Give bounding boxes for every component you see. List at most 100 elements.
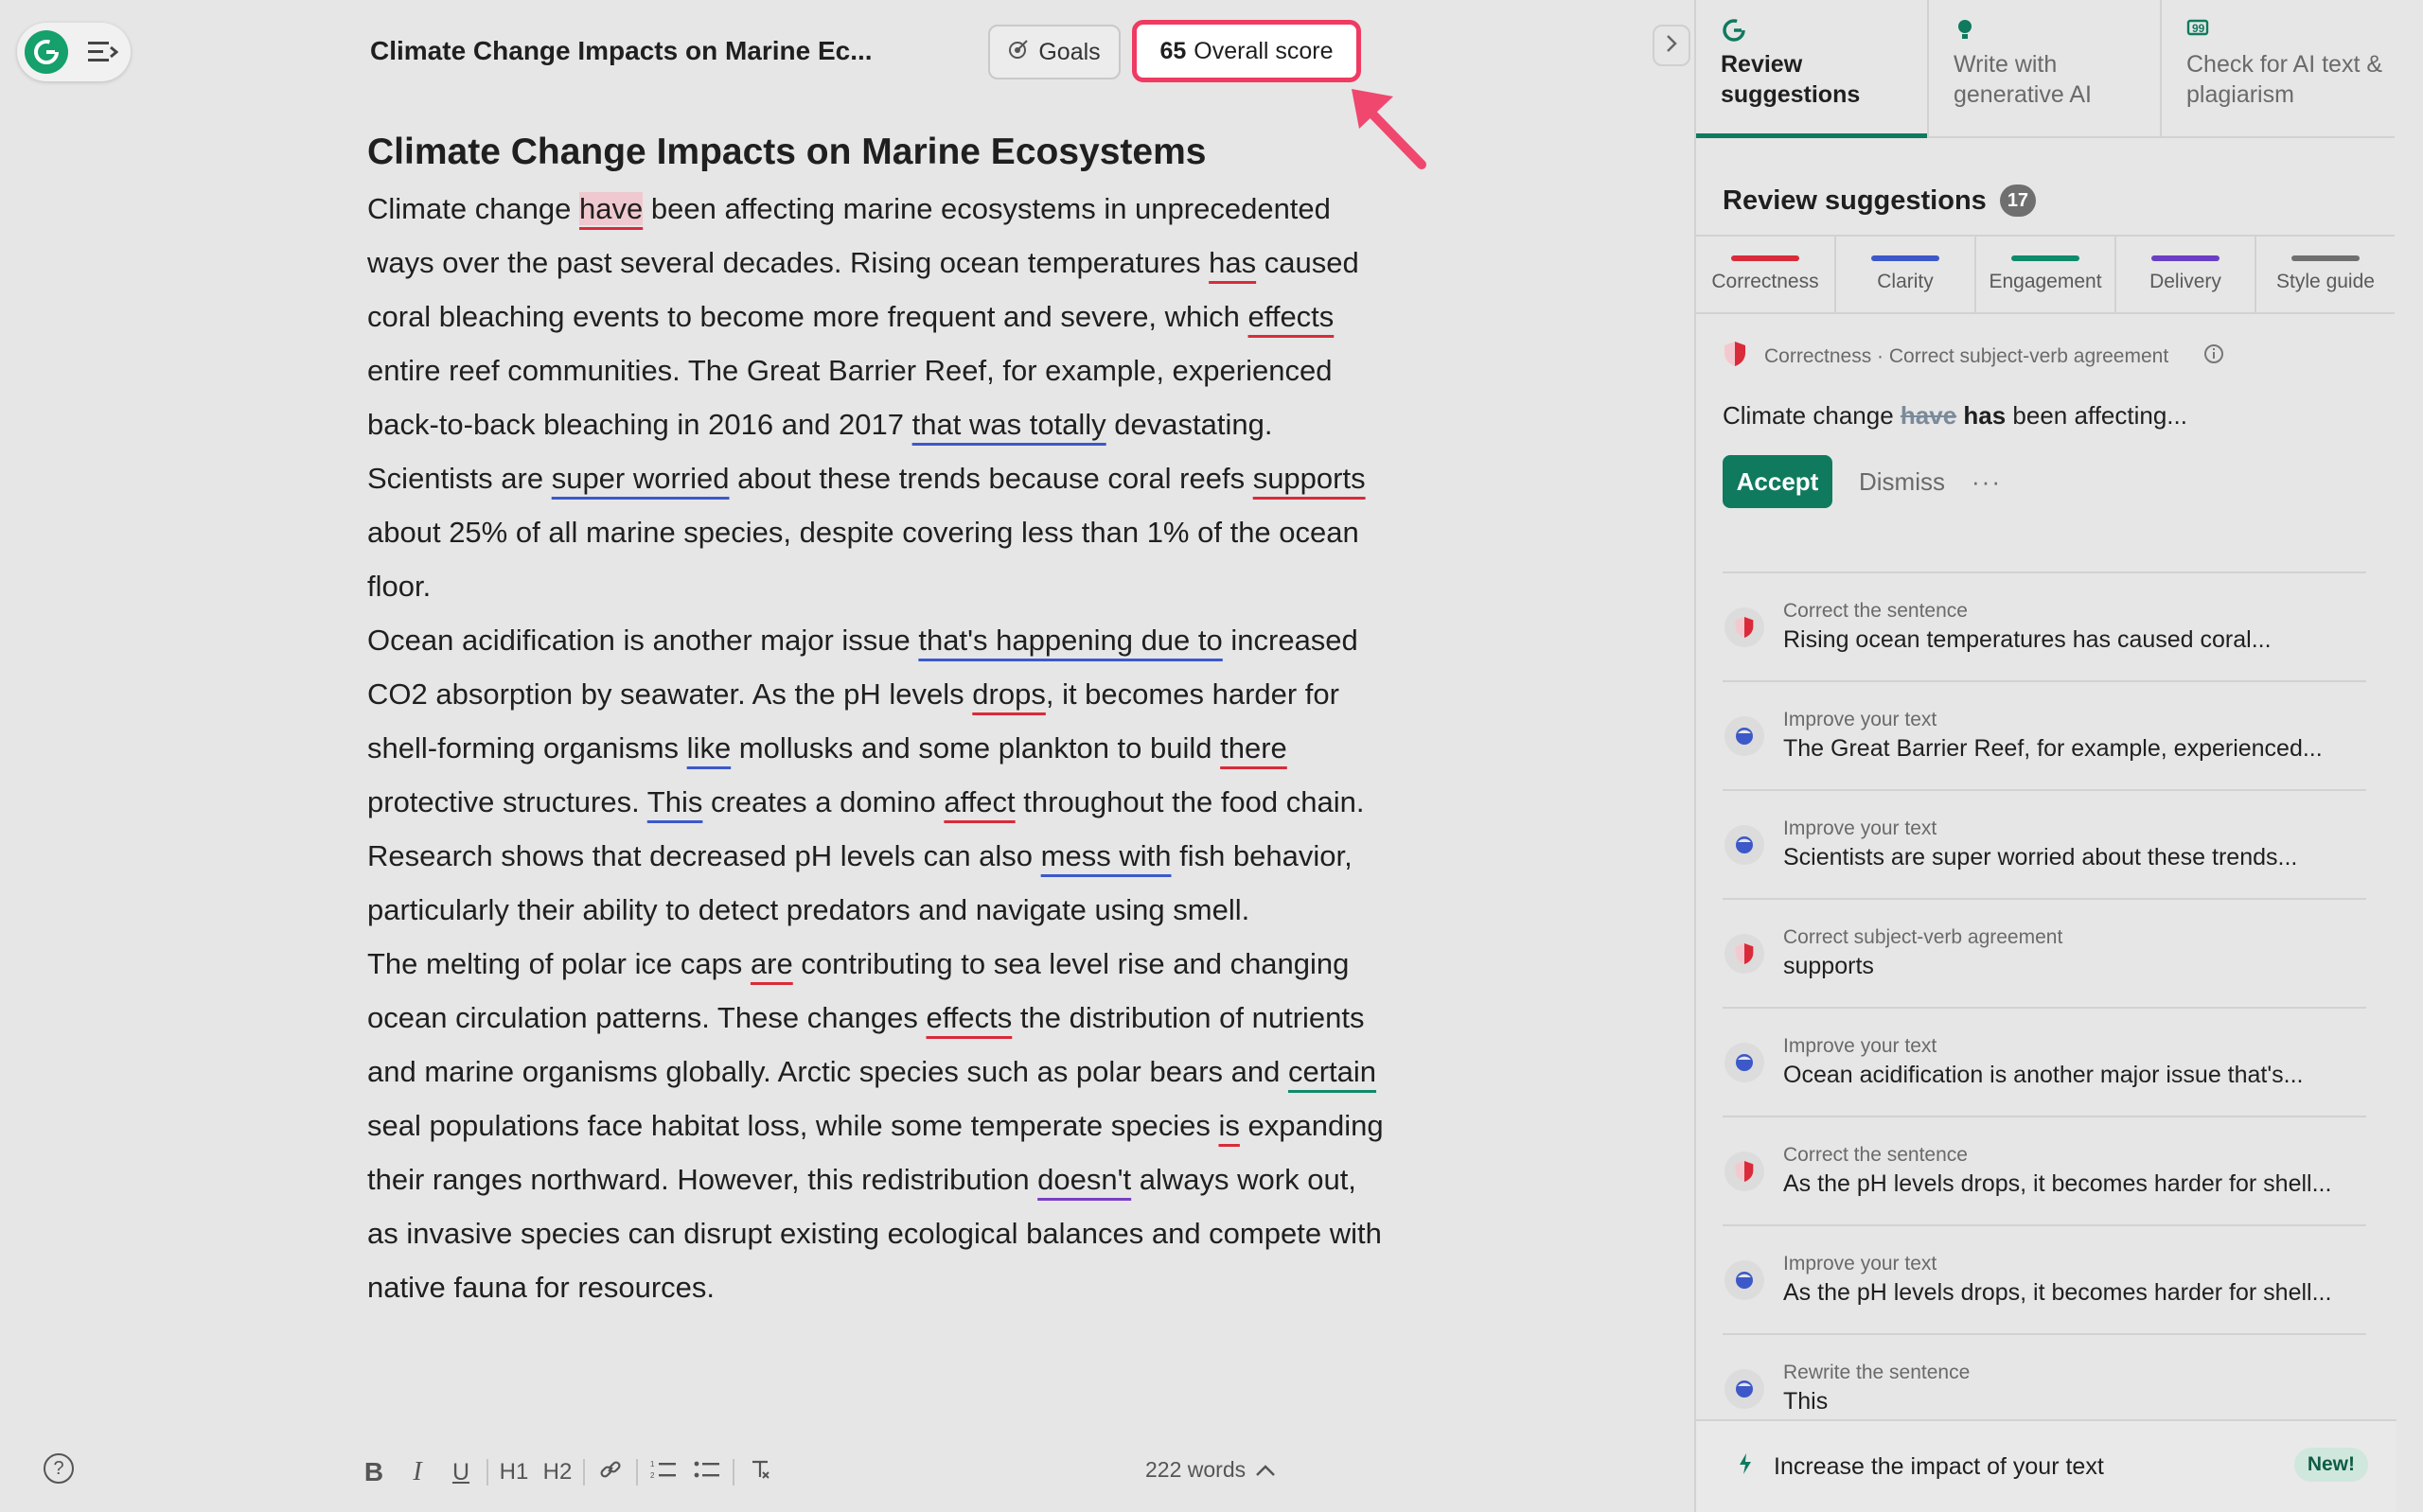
issue-effects[interactable]: effects (1248, 300, 1335, 333)
chevron-up-icon (1255, 1457, 1276, 1483)
category-bar (1731, 255, 1799, 261)
issue-like[interactable]: like (687, 731, 732, 765)
issue-effects-2[interactable]: effects (927, 1001, 1013, 1034)
category-style-guide[interactable]: Style guide (2256, 237, 2395, 312)
toolbar-divider (583, 1459, 585, 1486)
active-suggestion-card[interactable]: Correctness · Correct subject-verb agree… (1696, 314, 2395, 508)
issue-are[interactable]: are (751, 947, 793, 980)
clarity-icon (1724, 715, 1764, 756)
dismiss-button[interactable]: Dismiss (1859, 467, 1945, 497)
list-item[interactable]: Improve your text As the pH levels drops,… (1723, 1224, 2366, 1333)
category-delivery[interactable]: Delivery (2116, 237, 2256, 312)
link-button[interactable] (589, 1453, 632, 1491)
overall-score-button[interactable]: 65 Overall score (1132, 20, 1361, 82)
shield-icon (1723, 340, 1747, 374)
clarity-icon (1724, 1259, 1764, 1300)
issue-mess-with[interactable]: mess with (1041, 839, 1172, 872)
clarity-icon (1724, 824, 1764, 865)
goals-button[interactable]: Goals (988, 25, 1121, 79)
toolbar-divider (733, 1459, 734, 1486)
removed-word: have (1900, 401, 1957, 430)
svg-text:99: 99 (2192, 22, 2205, 35)
issue-drops[interactable]: drops (972, 677, 1046, 711)
issue-doesnt[interactable]: doesn't (1037, 1163, 1131, 1196)
new-badge: New! (2293, 1448, 2368, 1482)
heading2-button[interactable]: H2 (536, 1453, 579, 1491)
tab-review-suggestions[interactable]: Review suggestions (1696, 0, 1929, 138)
document-heading: Climate Change Impacts on Marine Ecosyst… (367, 132, 1207, 172)
clear-formatting-icon (749, 1458, 771, 1487)
numbered-list-icon: 12 (650, 1458, 677, 1487)
issue-have[interactable]: have (579, 192, 644, 225)
lightning-icon (1738, 1452, 1753, 1482)
lightbulb-icon (1954, 17, 2160, 45)
category-clarity[interactable]: Clarity (1836, 237, 1976, 312)
increase-impact-label: Increase the impact of your text (1774, 1452, 2104, 1480)
list-item[interactable]: Correct the sentence As the pH levels dro… (1723, 1116, 2366, 1224)
issue-thats-happening[interactable]: that's happening due to (918, 624, 1222, 657)
formatting-toolbar: B I U H1 H2 12 (352, 1451, 782, 1493)
document-body[interactable]: Climate Change Impacts on Marine Ecosyst… (367, 123, 1389, 1314)
category-correctness[interactable]: Correctness (1696, 237, 1836, 312)
heading1-button[interactable]: H1 (492, 1453, 536, 1491)
more-options-button[interactable]: ··· (1972, 467, 2002, 497)
suggestion-preview: Climate change have has been affecting..… (1723, 401, 2187, 430)
menu-icon[interactable] (83, 33, 121, 71)
bulleted-list-button[interactable] (685, 1453, 729, 1491)
category-bar (2011, 255, 2079, 261)
assistant-panel: Review suggestions Write with generative… (1694, 0, 2396, 1512)
category-engagement[interactable]: Engagement (1976, 237, 2116, 312)
category-filters: Correctness Clarity Engagement Delivery … (1696, 237, 2395, 314)
tab-generative-ai[interactable]: Write with generative AI (1929, 0, 2162, 136)
issue-certain[interactable]: certain (1288, 1055, 1376, 1088)
help-icon[interactable]: ? (44, 1453, 74, 1484)
added-word: has (1963, 401, 2007, 430)
info-icon[interactable] (2202, 343, 2225, 371)
issue-this[interactable]: This (647, 785, 703, 818)
underline-button[interactable]: U (439, 1453, 483, 1491)
grammarly-g-icon (1721, 17, 1927, 45)
accept-button[interactable]: Accept (1723, 455, 1832, 508)
list-item[interactable]: Correct subject-verb agreement supports (1723, 898, 2366, 1007)
paragraph-2: Ocean acidification is another major iss… (367, 624, 1365, 926)
document-title[interactable]: Climate Change Impacts on Marine Ec... (370, 36, 873, 66)
issue-affect[interactable]: affect (944, 785, 1015, 818)
issue-that-was-totally[interactable]: that was totally (912, 408, 1106, 441)
suggestion-category: Correctness · Correct subject-verb agree… (1764, 345, 2169, 367)
increase-impact-bar[interactable]: Increase the impact of your text New! (1696, 1419, 2396, 1512)
issue-super-worried[interactable]: super worried (552, 462, 730, 495)
bold-button[interactable]: B (352, 1453, 396, 1491)
issue-is[interactable]: is (1219, 1109, 1240, 1142)
quote-icon: 99 (2186, 17, 2395, 45)
list-item[interactable]: Improve your text The Great Barrier Reef,… (1723, 680, 2366, 789)
target-icon (1008, 39, 1029, 66)
score-value: 65 (1159, 37, 1187, 64)
clear-formatting-button[interactable] (738, 1453, 782, 1491)
score-label: Overall score (1194, 37, 1334, 64)
bulleted-list-icon (694, 1458, 720, 1487)
italic-button[interactable]: I (396, 1453, 439, 1491)
suggestion-list: Correct the sentence Rising ocean tempera… (1723, 571, 2366, 1419)
issue-there[interactable]: there (1220, 731, 1287, 765)
word-count: 222 words (1145, 1457, 1247, 1482)
category-bar (2291, 255, 2360, 261)
app-logo-menu (17, 23, 131, 81)
grammarly-logo-icon[interactable] (25, 30, 68, 74)
list-item[interactable]: Improve your text Scientists are super wo… (1723, 789, 2366, 898)
review-suggestions-header: Review suggestions 17 (1696, 138, 2395, 237)
list-item[interactable]: Improve your text Ocean acidification is … (1723, 1007, 2366, 1116)
clarity-icon (1724, 1368, 1764, 1409)
shield-icon (1724, 1151, 1764, 1191)
category-bar (2151, 255, 2220, 261)
word-count-button[interactable]: 222 words (1145, 1457, 1276, 1483)
panel-title: Review suggestions (1723, 185, 1987, 216)
issue-supports[interactable]: supports (1253, 462, 1366, 495)
paragraph-1: Climate change have been affecting marin… (367, 192, 1366, 603)
issue-has[interactable]: has (1209, 246, 1256, 279)
list-item[interactable]: Rewrite the sentence This (1723, 1333, 2366, 1419)
numbered-list-button[interactable]: 12 (642, 1453, 685, 1491)
list-item[interactable]: Correct the sentence Rising ocean tempera… (1723, 571, 2366, 680)
shield-icon (1724, 933, 1764, 974)
tab-ai-plagiarism[interactable]: 99 Check for AI text & plagiarism (2162, 0, 2395, 136)
collapse-panel-button[interactable] (1653, 25, 1690, 66)
